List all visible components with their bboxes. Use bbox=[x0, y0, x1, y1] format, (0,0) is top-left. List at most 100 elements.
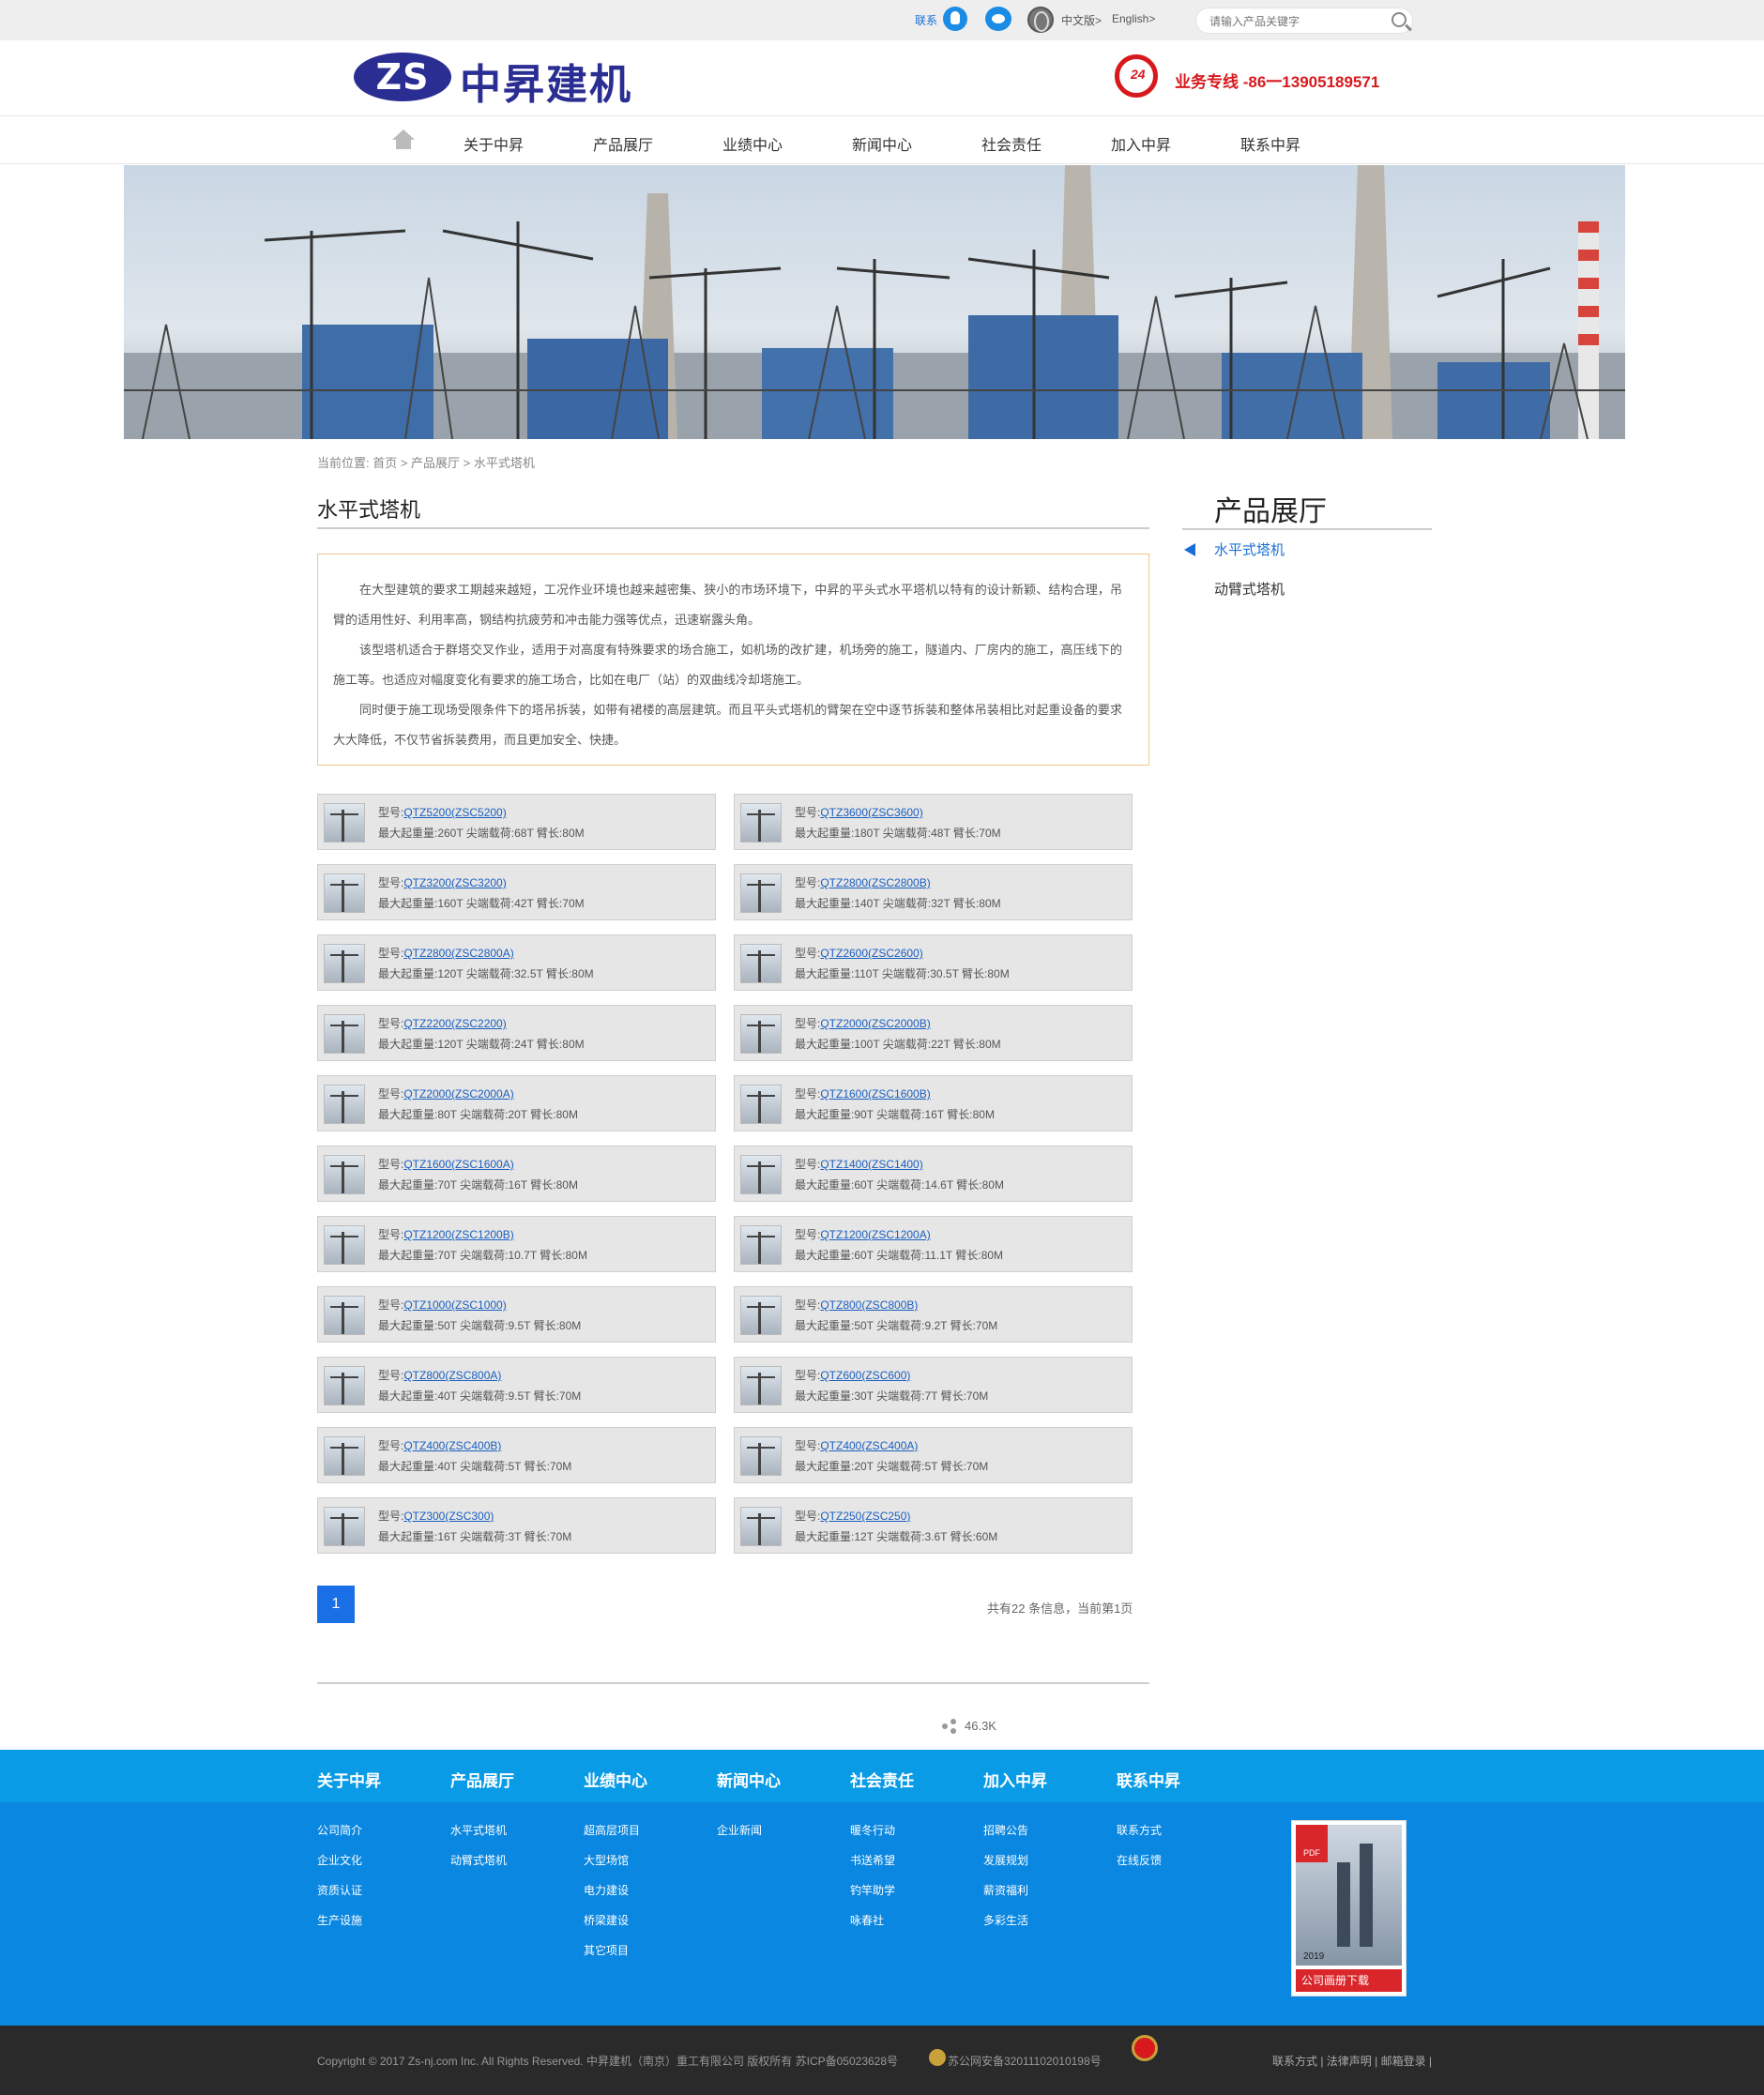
product-card[interactable]: 型号:QTZ3200(ZSC3200) 最大起重量:160T 尖端载荷:42T 臂… bbox=[317, 864, 716, 920]
logo-company-name[interactable]: 中昇建机 bbox=[460, 51, 632, 111]
footer-link[interactable]: 薪资福利 bbox=[983, 1882, 1028, 1898]
product-thumbnail[interactable] bbox=[740, 1366, 782, 1405]
product-model-link[interactable]: QTZ1600(ZSC1600B) bbox=[820, 1087, 930, 1101]
footer-cat-social[interactable]: 社会责任 bbox=[850, 1768, 914, 1791]
police-record-text[interactable]: 苏公网安备32011102010198号 bbox=[948, 2053, 1102, 2069]
product-model-link[interactable]: QTZ2000(ZSC2000A) bbox=[403, 1087, 513, 1101]
product-card[interactable]: 型号:QTZ1200(ZSC1200B) 最大起重量:70T 尖端载荷:10.7T… bbox=[317, 1216, 716, 1272]
product-card[interactable]: 型号:QTZ2000(ZSC2000B) 最大起重量:100T 尖端载荷:22T … bbox=[734, 1005, 1133, 1061]
product-card[interactable]: 型号:QTZ2000(ZSC2000A) 最大起重量:80T 尖端载荷:20T 臂… bbox=[317, 1075, 716, 1131]
footer-link[interactable]: 资质认证 bbox=[317, 1882, 362, 1898]
product-model-link[interactable]: QTZ250(ZSC250) bbox=[820, 1510, 910, 1523]
business-license-emblem-icon[interactable] bbox=[1124, 2035, 1162, 2072]
footer-bottom-links[interactable]: 联系方式 | 法律声明 | 邮箱登录 | bbox=[1272, 2053, 1432, 2069]
product-model-link[interactable]: QTZ1000(ZSC1000) bbox=[403, 1298, 506, 1312]
product-card[interactable]: 型号:QTZ2800(ZSC2800A) 最大起重量:120T 尖端载荷:32.5… bbox=[317, 934, 716, 991]
footer-link[interactable]: 书送希望 bbox=[850, 1852, 895, 1868]
footer-link[interactable]: 生产设施 bbox=[317, 1912, 362, 1928]
footer-link[interactable]: 桥梁建设 bbox=[584, 1912, 629, 1928]
product-card[interactable]: 型号:QTZ600(ZSC600) 最大起重量:30T 尖端载荷:7T 臂长:70… bbox=[734, 1357, 1133, 1413]
product-model-link[interactable]: QTZ1400(ZSC1400) bbox=[820, 1158, 922, 1171]
product-card[interactable]: 型号:QTZ1200(ZSC1200A) 最大起重量:60T 尖端载荷:11.1T… bbox=[734, 1216, 1133, 1272]
home-icon[interactable] bbox=[392, 129, 415, 150]
product-thumbnail[interactable] bbox=[324, 944, 365, 983]
product-card[interactable]: 型号:QTZ2200(ZSC2200) 最大起重量:120T 尖端载荷:24T 臂… bbox=[317, 1005, 716, 1061]
product-card[interactable]: 型号:QTZ1000(ZSC1000) 最大起重量:50T 尖端载荷:9.5T 臂… bbox=[317, 1286, 716, 1343]
product-model-link[interactable]: QTZ2800(ZSC2800A) bbox=[403, 947, 513, 960]
product-thumbnail[interactable] bbox=[324, 1085, 365, 1124]
product-model-link[interactable]: QTZ600(ZSC600) bbox=[820, 1369, 910, 1382]
footer-cat-products[interactable]: 产品展厅 bbox=[450, 1768, 514, 1791]
footer-cat-join[interactable]: 加入中昇 bbox=[983, 1768, 1047, 1791]
product-model-link[interactable]: QTZ400(ZSC400B) bbox=[403, 1439, 501, 1452]
footer-link[interactable]: 钓竿助学 bbox=[850, 1882, 895, 1898]
logo-mark[interactable]: ZS bbox=[354, 53, 451, 101]
product-card[interactable]: 型号:QTZ800(ZSC800B) 最大起重量:50T 尖端载荷:9.2T 臂长… bbox=[734, 1286, 1133, 1343]
product-model-link[interactable]: QTZ800(ZSC800B) bbox=[820, 1298, 918, 1312]
brochure-download-button[interactable]: 公司画册下载 bbox=[1296, 1969, 1402, 1992]
footer-link[interactable]: 暖冬行动 bbox=[850, 1822, 895, 1838]
footer-link[interactable]: 招聘公告 bbox=[983, 1822, 1028, 1838]
product-thumbnail[interactable] bbox=[740, 1014, 782, 1054]
nav-item-social-responsibility[interactable]: 社会责任 bbox=[981, 132, 1042, 155]
footer-link[interactable]: 在线反馈 bbox=[1117, 1852, 1162, 1868]
product-model-link[interactable]: QTZ400(ZSC400A) bbox=[820, 1439, 918, 1452]
product-thumbnail[interactable] bbox=[324, 1014, 365, 1054]
footer-link[interactable]: 发展规划 bbox=[983, 1852, 1028, 1868]
product-thumbnail[interactable] bbox=[324, 1296, 365, 1335]
product-thumbnail[interactable] bbox=[740, 803, 782, 843]
product-thumbnail[interactable] bbox=[740, 873, 782, 913]
product-card[interactable]: 型号:QTZ1600(ZSC1600B) 最大起重量:90T 尖端载荷:16T 臂… bbox=[734, 1075, 1133, 1131]
product-card[interactable]: 型号:QTZ2600(ZSC2600) 最大起重量:110T 尖端载荷:30.5T… bbox=[734, 934, 1133, 991]
product-card[interactable]: 型号:QTZ1600(ZSC1600A) 最大起重量:70T 尖端载荷:16T 臂… bbox=[317, 1146, 716, 1202]
nav-item-products[interactable]: 产品展厅 bbox=[593, 132, 653, 155]
qq-icon[interactable] bbox=[943, 7, 967, 31]
product-thumbnail[interactable] bbox=[324, 1225, 365, 1265]
search-input[interactable] bbox=[1209, 13, 1378, 30]
product-card[interactable]: 型号:QTZ1400(ZSC1400) 最大起重量:60T 尖端载荷:14.6T … bbox=[734, 1146, 1133, 1202]
footer-cat-performance[interactable]: 业绩中心 bbox=[584, 1768, 647, 1791]
product-card[interactable]: 型号:QTZ2800(ZSC2800B) 最大起重量:140T 尖端载荷:32T … bbox=[734, 864, 1133, 920]
footer-link[interactable]: 多彩生活 bbox=[983, 1912, 1028, 1928]
product-thumbnail[interactable] bbox=[324, 1155, 365, 1194]
product-thumbnail[interactable] bbox=[740, 1296, 782, 1335]
product-model-link[interactable]: QTZ5200(ZSC5200) bbox=[403, 806, 506, 819]
footer-link[interactable]: 企业新闻 bbox=[717, 1822, 762, 1838]
wechat-icon[interactable] bbox=[985, 7, 1011, 31]
product-card[interactable]: 型号:QTZ800(ZSC800A) 最大起重量:40T 尖端载荷:9.5T 臂长… bbox=[317, 1357, 716, 1413]
footer-link[interactable]: 咏春社 bbox=[850, 1912, 884, 1928]
product-card[interactable]: 型号:QTZ5200(ZSC5200) 最大起重量:260T 尖端载荷:68T 臂… bbox=[317, 794, 716, 850]
product-thumbnail[interactable] bbox=[740, 1436, 782, 1476]
product-card[interactable]: 型号:QTZ3600(ZSC3600) 最大起重量:180T 尖端载荷:48T 臂… bbox=[734, 794, 1133, 850]
footer-cat-news[interactable]: 新闻中心 bbox=[717, 1768, 781, 1791]
product-thumbnail[interactable] bbox=[740, 1155, 782, 1194]
pagination-page-1[interactable]: 1 bbox=[317, 1586, 355, 1623]
product-model-link[interactable]: QTZ800(ZSC800A) bbox=[403, 1369, 501, 1382]
footer-link[interactable]: 联系方式 bbox=[1117, 1822, 1162, 1838]
product-thumbnail[interactable] bbox=[324, 1366, 365, 1405]
search-icon[interactable] bbox=[1391, 12, 1407, 27]
footer-cat-contact[interactable]: 联系中昇 bbox=[1117, 1768, 1180, 1791]
product-thumbnail[interactable] bbox=[324, 803, 365, 843]
footer-link[interactable]: 电力建设 bbox=[584, 1882, 629, 1898]
product-card[interactable]: 型号:QTZ300(ZSC300) 最大起重量:16T 尖端载荷:3T 臂长:70… bbox=[317, 1497, 716, 1554]
footer-link[interactable]: 大型场馆 bbox=[584, 1852, 629, 1868]
product-thumbnail[interactable] bbox=[740, 944, 782, 983]
product-thumbnail[interactable] bbox=[740, 1507, 782, 1546]
product-thumbnail[interactable] bbox=[324, 1436, 365, 1476]
footer-link[interactable]: 超高层项目 bbox=[584, 1822, 640, 1838]
footer-link[interactable]: 公司简介 bbox=[317, 1822, 362, 1838]
footer-link[interactable]: 水平式塔机 bbox=[450, 1822, 507, 1838]
product-thumbnail[interactable] bbox=[740, 1085, 782, 1124]
chinese-version-link[interactable]: 中文版> bbox=[1061, 12, 1102, 28]
nav-item-performance[interactable]: 业绩中心 bbox=[722, 132, 783, 155]
product-model-link[interactable]: QTZ3200(ZSC3200) bbox=[403, 876, 506, 889]
nav-item-contact[interactable]: 联系中昇 bbox=[1240, 132, 1300, 155]
sidebar-item-horizontal-crane[interactable]: 水平式塔机 bbox=[1214, 539, 1285, 559]
product-model-link[interactable]: QTZ2800(ZSC2800B) bbox=[820, 876, 930, 889]
share-icon[interactable] bbox=[942, 1719, 957, 1734]
product-model-link[interactable]: QTZ1200(ZSC1200A) bbox=[820, 1228, 930, 1241]
footer-cat-about[interactable]: 关于中昇 bbox=[317, 1768, 381, 1791]
product-model-link[interactable]: QTZ1200(ZSC1200B) bbox=[403, 1228, 513, 1241]
sidebar-item-luffing-crane[interactable]: 动臂式塔机 bbox=[1214, 579, 1285, 599]
